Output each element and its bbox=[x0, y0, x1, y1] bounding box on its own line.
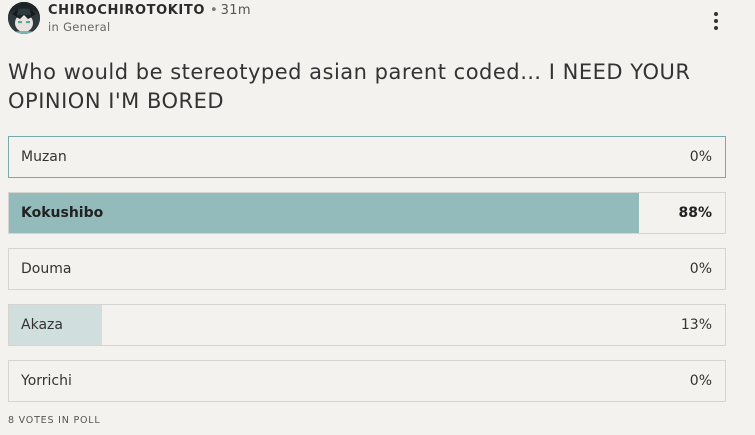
poll-option-douma[interactable]: Douma 0% bbox=[8, 248, 726, 290]
more-vertical-icon bbox=[714, 12, 718, 30]
author-line: CHIROCHIROTOKITO • 31m bbox=[48, 2, 251, 20]
poll-option-label: Kokushibo bbox=[21, 205, 104, 221]
avatar-image bbox=[8, 2, 40, 34]
category-line: in General bbox=[48, 20, 110, 34]
poll-option-label: Yorrichi bbox=[21, 373, 72, 389]
author-name[interactable]: CHIROCHIROTOKITO bbox=[48, 3, 205, 18]
poll-option-akaza[interactable]: Akaza 13% bbox=[8, 304, 726, 346]
poll-bar bbox=[9, 193, 640, 233]
poll: Muzan 0% Kokushibo 88% Douma 0% Akaza 13… bbox=[8, 136, 726, 416]
post-title: Who would be stereotyped asian parent co… bbox=[8, 60, 691, 113]
post-header: CHIROCHIROTOKITO • 31m in General bbox=[8, 2, 748, 38]
poll-option-yorrichi[interactable]: Yorrichi 0% bbox=[8, 360, 726, 402]
poll-option-percent: 0% bbox=[689, 149, 712, 165]
poll-option-label: Muzan bbox=[21, 149, 67, 165]
separator-dot: • bbox=[210, 3, 218, 18]
poll-option-percent: 0% bbox=[689, 261, 712, 277]
poll-option-percent: 0% bbox=[689, 373, 712, 389]
poll-option-percent: 88% bbox=[678, 205, 712, 221]
user-avatar[interactable] bbox=[8, 2, 40, 34]
poll-option-label: Douma bbox=[21, 261, 72, 277]
poll-option-muzan[interactable]: Muzan 0% bbox=[8, 136, 726, 178]
poll-option-kokushibo[interactable]: Kokushibo 88% bbox=[8, 192, 726, 234]
category-prefix: in bbox=[48, 20, 60, 34]
poll-vote-count: 8 VOTES IN POLL bbox=[8, 415, 101, 426]
category-link[interactable]: General bbox=[63, 20, 110, 34]
more-options-button[interactable] bbox=[708, 10, 724, 32]
poll-option-label: Akaza bbox=[21, 317, 63, 333]
post-time: 31m bbox=[220, 3, 251, 18]
poll-option-percent: 13% bbox=[680, 317, 712, 333]
